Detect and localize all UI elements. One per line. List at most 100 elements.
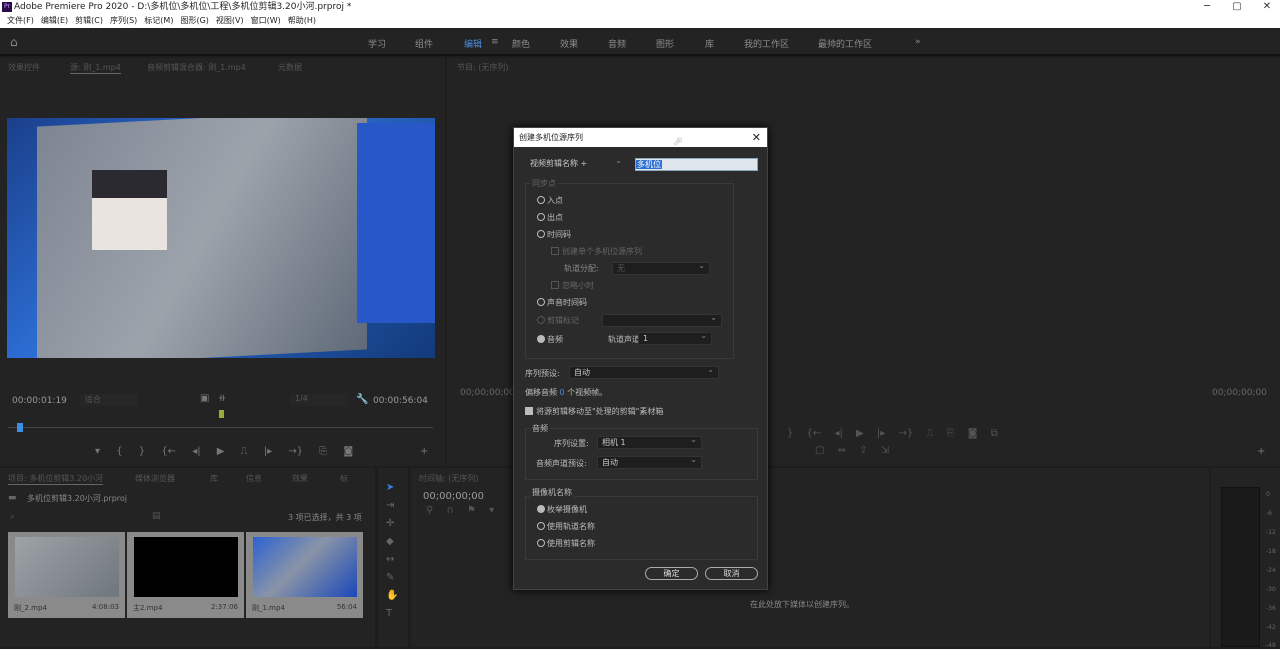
seq-settings-dropdown[interactable]: 相机 1 <box>597 434 702 449</box>
maximize-button[interactable]: ▢ <box>1222 0 1252 14</box>
program-add-button-icon[interactable]: + <box>1257 446 1265 457</box>
menu-markers[interactable]: 标记(M) <box>144 16 173 25</box>
selection-tool-icon[interactable]: ➤ <box>386 482 394 493</box>
menu-window[interactable]: 窗口(W) <box>251 16 281 25</box>
desktop-screen <box>357 123 435 323</box>
tab-info[interactable]: 信息 <box>246 473 262 484</box>
pen-tool-icon[interactable]: ✎ <box>386 572 394 583</box>
camera-enumerate-radio[interactable]: 枚举摄像机 <box>537 504 587 515</box>
source-video-frame[interactable] <box>7 118 435 358</box>
menu-file[interactable]: 文件(F) <box>7 16 34 25</box>
search-icon[interactable]: ⌕ <box>10 512 15 522</box>
ok-button[interactable]: 确定 <box>645 567 698 580</box>
tab-project[interactable]: 项目: 多机位剪辑3.20小河 <box>8 473 104 485</box>
sync-clip-marker-radio[interactable]: 剪辑标记 <box>537 315 579 326</box>
home-icon[interactable]: ⌂ <box>10 35 18 49</box>
wrench-icon[interactable]: 🔧 <box>356 394 368 405</box>
workspace-menu-icon[interactable]: ≡ <box>491 37 499 47</box>
seq-settings-label: 序列设置: <box>554 439 589 448</box>
workspace-more-button[interactable]: » <box>915 37 921 47</box>
sync-in-point-radio[interactable]: 入点 <box>537 195 563 206</box>
create-single-checkbox[interactable]: 创建单个多机位源序列 <box>551 246 642 257</box>
fit-dropdown[interactable]: 适合 <box>80 394 138 406</box>
add-button-icon[interactable]: + <box>420 446 428 457</box>
workspace-learn[interactable]: 学习 <box>368 37 386 50</box>
channel-preset-dropdown[interactable]: 自动 <box>597 454 702 469</box>
workspace-editing[interactable]: 编辑 <box>464 37 482 50</box>
clip-thumbnail[interactable]: 刚_1.mp4 56:04 <box>246 532 363 618</box>
sequence-name-value: 多机位 <box>636 160 662 169</box>
new-bin-icon[interactable]: ▤ <box>152 511 161 521</box>
menu-clip[interactable]: 剪辑(C) <box>75 16 103 25</box>
menu-graphics[interactable]: 图形(G) <box>180 16 208 25</box>
sequence-name-input[interactable]: 多机位 <box>635 158 758 171</box>
clip-marker-dropdown[interactable] <box>602 312 722 327</box>
workspace-best[interactable]: 最帅的工作区 <box>818 37 872 50</box>
minimize-button[interactable]: ─ <box>1192 0 1222 14</box>
hand-tool-icon[interactable]: ✋ <box>386 590 398 601</box>
timeline-tools[interactable]: ⚲ ∩ ⚑ ▾ <box>426 505 494 516</box>
tab-effects[interactable]: 效果 <box>292 473 308 484</box>
menu-view[interactable]: 视图(V) <box>216 16 244 25</box>
timeline-timecode[interactable]: 00;00;00;00 <box>423 491 484 502</box>
offset-frames-value[interactable]: 0 <box>560 388 565 397</box>
tab-media-browser[interactable]: 媒体浏览器 <box>135 473 175 484</box>
tab-metadata[interactable]: 元数据 <box>278 62 302 73</box>
workspace-assembly[interactable]: 组件 <box>415 37 433 50</box>
name-mode-dropdown[interactable]: 视频剪辑名称 + <box>526 155 626 171</box>
tab-program[interactable]: 节目: (无序列) <box>457 62 508 73</box>
move-clips-checkbox[interactable]: 将源剪辑移动至"处理的剪辑"素材箱 <box>525 406 663 417</box>
source-duration: 00:00:56:04 <box>373 396 428 406</box>
ripple-edit-tool-icon[interactable]: ✛ <box>386 518 394 529</box>
source-transport-controls[interactable]: ▾ { } {← ◂| ▶ ⎍ |▸ →} ⎘ ◙ <box>95 446 353 457</box>
dialog-close-icon[interactable]: ✕ <box>752 128 761 147</box>
playhead[interactable] <box>17 423 23 432</box>
track-select-tool-icon[interactable]: ⇥ <box>386 500 394 511</box>
tab-timeline[interactable]: 时间轴: (无序列) <box>419 473 478 484</box>
sync-timecode-radio[interactable]: 时间码 <box>537 229 571 240</box>
track-channel-dropdown[interactable]: 1 <box>638 330 712 345</box>
tab-markers[interactable]: 标 <box>340 473 348 484</box>
sync-out-point-radio[interactable]: 出点 <box>537 212 563 223</box>
sync-audio-timecode-radio[interactable]: 声音时间码 <box>537 297 587 308</box>
folder-icon: ▬ <box>8 493 17 503</box>
seq-preset-dropdown[interactable]: 自动 <box>569 364 719 379</box>
workspace-color[interactable]: 颜色 <box>512 37 530 50</box>
camera-clip-name-radio[interactable]: 使用剪辑名称 <box>537 538 595 549</box>
ignore-hours-checkbox[interactable]: 忽略小时 <box>551 280 594 291</box>
clip-duration: 2:37:06 <box>211 603 238 611</box>
audio-waveform-icon[interactable]: ⧺ <box>218 393 226 404</box>
source-time-ruler[interactable] <box>8 427 433 428</box>
resolution-dropdown[interactable]: 1/4 <box>290 394 348 406</box>
slip-tool-icon[interactable]: ↔ <box>386 554 394 565</box>
workspace-graphics[interactable]: 图形 <box>656 37 674 50</box>
clip-thumbnail[interactable]: 主2.mp4 2:37:06 <box>127 532 244 618</box>
sync-audio-radio[interactable]: 音频 <box>537 334 563 345</box>
clip-thumbnail[interactable]: 刚_2.mp4 4:08:03 <box>8 532 125 618</box>
tab-audio-mixer[interactable]: 音频剪辑混合器: 刚_1.mp4 <box>147 62 246 73</box>
in-marker[interactable] <box>219 410 224 418</box>
menu-sequence[interactable]: 序列(S) <box>110 16 137 25</box>
clip-duration: 4:08:03 <box>92 603 119 611</box>
program-transport-controls[interactable]: } {← ◂| ▶ |▸ →} ⎍ ⎘ ◙ ⧉ <box>787 428 998 439</box>
track-assign-dropdown[interactable]: 无 <box>612 260 710 275</box>
workspace-libraries[interactable]: 库 <box>705 37 714 50</box>
clip-duration: 56:04 <box>336 603 357 611</box>
program-extra-controls[interactable]: ▢ ⇔ ⇪ ⇲ <box>815 445 889 456</box>
razor-tool-icon[interactable]: ◆ <box>386 536 394 547</box>
type-tool-icon[interactable]: T <box>386 608 392 619</box>
workspace-effects[interactable]: 效果 <box>560 37 578 50</box>
camera-track-name-radio[interactable]: 使用轨道名称 <box>537 521 595 532</box>
program-timecode[interactable]: 00;00;00;00 <box>460 388 515 398</box>
workspace-audio[interactable]: 音频 <box>608 37 626 50</box>
tab-libraries[interactable]: 库 <box>210 473 218 484</box>
menu-help[interactable]: 帮助(H) <box>288 16 316 25</box>
tab-effect-controls[interactable]: 效果控件 <box>8 62 40 73</box>
tab-source[interactable]: 源: 刚_1.mp4 <box>70 62 121 74</box>
close-button[interactable]: ✕ <box>1252 0 1280 14</box>
source-timecode[interactable]: 00:00:01:19 <box>12 396 67 406</box>
cancel-button[interactable]: 取消 <box>705 567 758 580</box>
menu-edit[interactable]: 编辑(E) <box>41 16 68 25</box>
film-icon[interactable]: ▣ <box>200 393 209 404</box>
workspace-mine[interactable]: 我的工作区 <box>744 37 789 50</box>
